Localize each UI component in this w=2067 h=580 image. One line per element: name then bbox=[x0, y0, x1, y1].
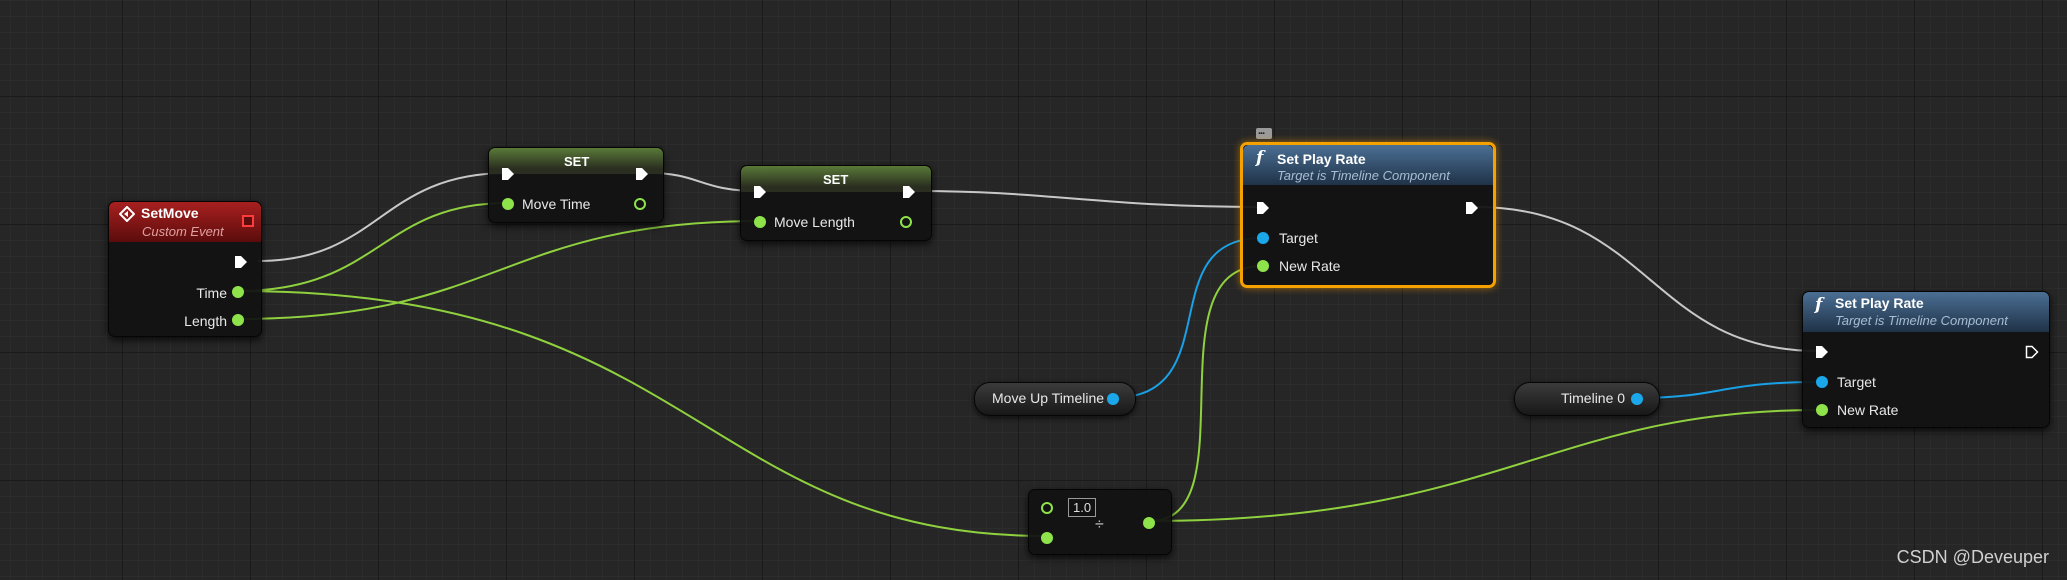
node-title: SetMove bbox=[141, 205, 199, 221]
divide-operator-icon: ÷ bbox=[1095, 516, 1104, 533]
watermark: CSDN @Deveuper bbox=[1896, 547, 2049, 567]
timeline-output-pin[interactable] bbox=[1107, 393, 1119, 405]
exec-in-pin[interactable] bbox=[1256, 201, 1270, 215]
function-icon: f bbox=[1256, 148, 1264, 168]
default-value-field[interactable]: 1.0 bbox=[1068, 498, 1097, 517]
pin-label-new-rate: New Rate bbox=[1279, 258, 1341, 274]
comment-bubble-icon[interactable]: ... bbox=[1256, 125, 1272, 139]
exec-wire bbox=[257, 172, 509, 262]
float-wire bbox=[1149, 409, 1819, 522]
node-title: Set Play Rate bbox=[1835, 295, 1924, 311]
variable-label: Timeline 0 bbox=[1561, 390, 1626, 406]
move-length-output-pin[interactable] bbox=[900, 216, 912, 228]
target-input-pin[interactable] bbox=[1257, 232, 1269, 244]
dividend-input-pin[interactable] bbox=[1041, 502, 1053, 514]
move-time-output-pin[interactable] bbox=[634, 198, 646, 210]
exec-out-pin[interactable] bbox=[234, 255, 248, 269]
event-diamond-icon bbox=[119, 206, 135, 222]
function-icon: f bbox=[1815, 295, 1823, 315]
exec-wire bbox=[1475, 206, 1819, 352]
new-rate-input-pin[interactable] bbox=[1257, 260, 1269, 272]
divisor-input-pin[interactable] bbox=[1041, 532, 1053, 544]
exec-out-pin-unconnected[interactable] bbox=[2025, 345, 2039, 359]
node-title: SET bbox=[564, 154, 590, 169]
set-move-time-node[interactable]: SET Move Time bbox=[488, 147, 664, 223]
result-output-pin[interactable] bbox=[1143, 517, 1155, 529]
exec-wire bbox=[916, 190, 1263, 208]
node-title: Set Play Rate bbox=[1277, 151, 1366, 167]
exec-in-pin[interactable] bbox=[501, 167, 515, 181]
timeline-0-getter[interactable]: Timeline 0 bbox=[1514, 382, 1660, 416]
float-wire bbox=[237, 202, 509, 292]
float-wire bbox=[1149, 265, 1263, 522]
length-output-pin[interactable] bbox=[232, 314, 244, 326]
pin-label-target: Target bbox=[1837, 374, 1876, 390]
object-wire bbox=[1635, 381, 1819, 399]
pin-label-move-time: Move Time bbox=[522, 196, 591, 212]
exec-in-pin[interactable] bbox=[753, 185, 767, 199]
timeline-output-pin[interactable] bbox=[1631, 393, 1643, 405]
node-subtitle: Target is Timeline Component bbox=[1277, 168, 1450, 183]
move-time-input-pin[interactable] bbox=[502, 198, 514, 210]
exec-out-pin[interactable] bbox=[635, 167, 649, 181]
variable-label: Move Up Timeline bbox=[992, 390, 1105, 406]
node-subtitle: Target is Timeline Component bbox=[1835, 313, 2008, 328]
move-up-timeline-getter[interactable]: Move Up Timeline bbox=[974, 382, 1136, 416]
move-length-input-pin[interactable] bbox=[754, 216, 766, 228]
setmove-event-node[interactable]: SetMove Custom Event Time Length bbox=[108, 201, 262, 337]
set-play-rate-node[interactable]: f Set Play Rate Target is Timeline Compo… bbox=[1802, 291, 2050, 428]
pin-label-new-rate: New Rate bbox=[1837, 402, 1899, 418]
node-subtitle: Custom Event bbox=[142, 224, 224, 239]
set-move-length-node[interactable]: SET Move Length bbox=[740, 165, 932, 241]
pin-label-target: Target bbox=[1279, 230, 1318, 246]
exec-out-pin[interactable] bbox=[1465, 201, 1479, 215]
exec-in-pin[interactable] bbox=[1815, 345, 1829, 359]
delegate-pin[interactable] bbox=[242, 215, 254, 227]
new-rate-input-pin[interactable] bbox=[1816, 404, 1828, 416]
pin-label-move-length: Move Length bbox=[774, 214, 855, 230]
target-input-pin[interactable] bbox=[1816, 376, 1828, 388]
node-title: SET bbox=[823, 172, 849, 187]
pin-label-time: Time bbox=[196, 285, 227, 301]
set-play-rate-node-selected[interactable]: f Set Play Rate Target is Timeline Compo… bbox=[1240, 142, 1496, 288]
float-wire bbox=[237, 220, 763, 320]
pin-label-length: Length bbox=[184, 313, 227, 329]
float-wire bbox=[237, 290, 1047, 537]
time-output-pin[interactable] bbox=[232, 286, 244, 298]
exec-out-pin[interactable] bbox=[902, 185, 916, 199]
divide-node[interactable]: 1.0 ÷ bbox=[1028, 489, 1172, 555]
